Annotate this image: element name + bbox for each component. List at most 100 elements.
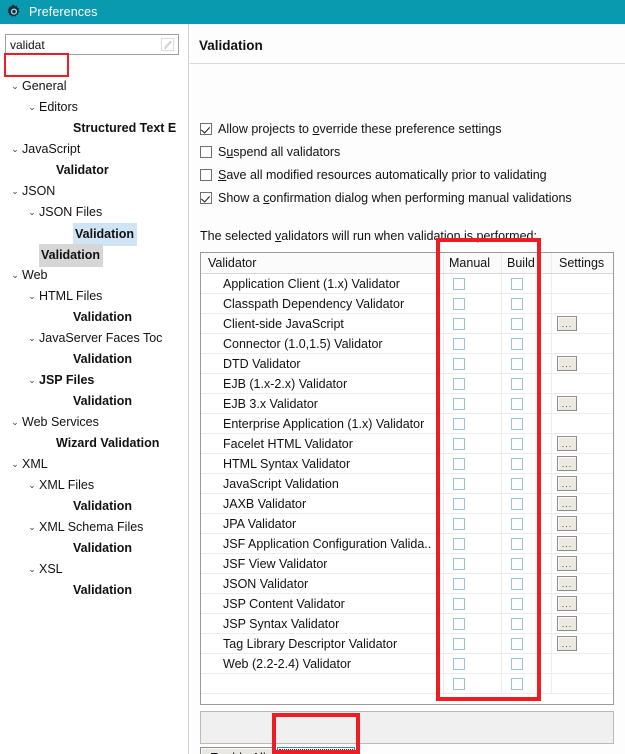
build-checkbox[interactable] <box>511 598 523 610</box>
chevron-down-icon[interactable]: ⌄ <box>25 370 39 391</box>
build-checkbox[interactable] <box>511 458 523 470</box>
chevron-down-icon[interactable]: ⌄ <box>25 328 39 349</box>
manual-checkbox[interactable] <box>453 678 465 690</box>
chevron-down-icon[interactable]: ⌄ <box>25 97 39 118</box>
option-row[interactable]: Suspend all validators <box>200 145 340 159</box>
settings-button[interactable]: ... <box>557 476 577 491</box>
filter-row[interactable] <box>5 34 179 55</box>
tree-item[interactable]: Validation <box>0 391 188 412</box>
manual-checkbox[interactable] <box>453 278 465 290</box>
tree-item[interactable]: ⌄ XSL <box>0 559 188 580</box>
settings-button[interactable]: ... <box>557 396 577 411</box>
table-row[interactable]: JSON Validator... <box>201 574 613 594</box>
table-row[interactable]: Client-side JavaScript... <box>201 314 613 334</box>
settings-button[interactable]: ... <box>557 576 577 591</box>
table-row[interactable]: Connector (1.0,1.5) Validator <box>201 334 613 354</box>
tree-item[interactable]: Validation <box>0 223 188 246</box>
option-checkbox[interactable] <box>200 169 212 181</box>
manual-checkbox[interactable] <box>453 378 465 390</box>
manual-checkbox[interactable] <box>453 618 465 630</box>
chevron-down-icon[interactable]: ⌄ <box>25 475 39 496</box>
manual-checkbox[interactable] <box>453 558 465 570</box>
build-checkbox[interactable] <box>511 618 523 630</box>
tree-item[interactable]: Validation <box>0 496 188 517</box>
table-row[interactable]: JSP Content Validator... <box>201 594 613 614</box>
tree-item[interactable]: ⌄ JSON Files <box>0 202 188 223</box>
settings-button[interactable]: ... <box>557 636 577 651</box>
column-header-build[interactable]: Build <box>507 253 535 274</box>
filter-text-input[interactable] <box>6 35 146 54</box>
tree-item[interactable]: ⌄ XML Schema Files <box>0 517 188 538</box>
tree-item[interactable]: ⌄ XML Files <box>0 475 188 496</box>
build-checkbox[interactable] <box>511 658 523 670</box>
settings-button[interactable]: ... <box>557 436 577 451</box>
build-checkbox[interactable] <box>511 438 523 450</box>
build-checkbox[interactable] <box>511 518 523 530</box>
tree-item[interactable]: Validation <box>0 580 188 601</box>
table-row[interactable]: JSF Application Configuration Valida....… <box>201 534 613 554</box>
build-checkbox[interactable] <box>511 578 523 590</box>
enable-all-button[interactable]: Enable All <box>200 747 276 754</box>
manual-checkbox[interactable] <box>453 498 465 510</box>
table-row[interactable]: JSF View Validator... <box>201 554 613 574</box>
settings-button[interactable]: ... <box>557 536 577 551</box>
tree-item[interactable]: ⌄ Web Services <box>0 412 188 433</box>
manual-checkbox[interactable] <box>453 538 465 550</box>
table-row[interactable]: Tag Library Descriptor Validator... <box>201 634 613 654</box>
table-row[interactable]: EJB 3.x Validator... <box>201 394 613 414</box>
tree-item[interactable]: Validation <box>0 349 188 370</box>
table-row[interactable]: JSP Syntax Validator... <box>201 614 613 634</box>
chevron-down-icon[interactable]: ⌄ <box>8 454 22 475</box>
manual-checkbox[interactable] <box>453 578 465 590</box>
tree-item[interactable]: Validation <box>0 307 188 328</box>
table-row[interactable]: Application Client (1.x) Validator <box>201 274 613 294</box>
settings-button[interactable]: ... <box>557 496 577 511</box>
table-row[interactable]: Classpath Dependency Validator <box>201 294 613 314</box>
tree-item[interactable]: ⌄ Web <box>0 265 188 286</box>
disable-all-button[interactable]: Disable All <box>277 747 356 754</box>
build-checkbox[interactable] <box>511 378 523 390</box>
manual-checkbox[interactable] <box>453 458 465 470</box>
column-header-settings[interactable]: Settings <box>559 253 604 274</box>
table-row[interactable] <box>201 674 613 694</box>
tree-item[interactable]: Validator <box>0 160 188 181</box>
manual-checkbox[interactable] <box>453 418 465 430</box>
option-checkbox[interactable] <box>200 192 212 204</box>
build-checkbox[interactable] <box>511 558 523 570</box>
build-checkbox[interactable] <box>511 358 523 370</box>
option-row[interactable]: Save all modified resources automaticall… <box>200 168 547 182</box>
tree-item[interactable]: Validation <box>0 538 188 559</box>
table-row[interactable]: JavaScript Validation... <box>201 474 613 494</box>
build-checkbox[interactable] <box>511 418 523 430</box>
table-row[interactable]: Facelet HTML Validator... <box>201 434 613 454</box>
build-checkbox[interactable] <box>511 478 523 490</box>
settings-button[interactable]: ... <box>557 596 577 611</box>
table-row[interactable]: HTML Syntax Validator... <box>201 454 613 474</box>
manual-checkbox[interactable] <box>453 438 465 450</box>
eraser-icon[interactable] <box>160 37 175 52</box>
chevron-down-icon[interactable]: ⌄ <box>8 76 22 97</box>
tree-item[interactable]: ⌄ HTML Files <box>0 286 188 307</box>
table-row[interactable]: Enterprise Application (1.x) Validator <box>201 414 613 434</box>
settings-button[interactable]: ... <box>557 356 577 371</box>
column-header-manual[interactable]: Manual <box>449 253 490 274</box>
chevron-down-icon[interactable]: ⌄ <box>25 286 39 307</box>
settings-button[interactable]: ... <box>557 556 577 571</box>
chevron-down-icon[interactable]: ⌄ <box>8 181 22 202</box>
build-checkbox[interactable] <box>511 398 523 410</box>
tree-item[interactable]: ⌄ Editors <box>0 97 188 118</box>
option-row[interactable]: Allow projects to override these prefere… <box>200 122 501 136</box>
chevron-down-icon[interactable]: ⌄ <box>25 517 39 538</box>
build-checkbox[interactable] <box>511 278 523 290</box>
table-row[interactable]: JPA Validator... <box>201 514 613 534</box>
chevron-down-icon[interactable]: ⌄ <box>8 412 22 433</box>
build-checkbox[interactable] <box>511 498 523 510</box>
tree-item[interactable]: ⌄ JavaScript <box>0 139 188 160</box>
settings-button[interactable]: ... <box>557 316 577 331</box>
manual-checkbox[interactable] <box>453 318 465 330</box>
tree-item[interactable]: ⌄ General <box>0 76 188 97</box>
settings-button[interactable]: ... <box>557 616 577 631</box>
settings-button[interactable]: ... <box>557 516 577 531</box>
column-header-validator[interactable]: Validator <box>208 253 256 274</box>
manual-checkbox[interactable] <box>453 598 465 610</box>
